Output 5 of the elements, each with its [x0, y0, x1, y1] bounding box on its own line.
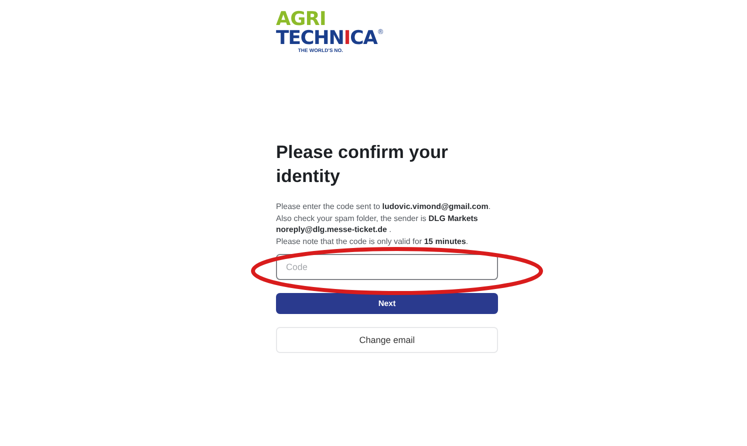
- change-email-button[interactable]: Change email: [276, 327, 498, 353]
- code-field[interactable]: Code: [276, 254, 498, 280]
- instructions-text: Please enter the code sent to ludovic.vimond@gmail.com. Also check your spam folder, the sender is DLG Markets noreply@dlg.messe-ticket.de . Please note that the code is only valid for 15 minutes.: [276, 201, 492, 247]
- next-button[interactable]: Next: [276, 293, 498, 314]
- page-title: Please confirm your identity: [276, 141, 450, 188]
